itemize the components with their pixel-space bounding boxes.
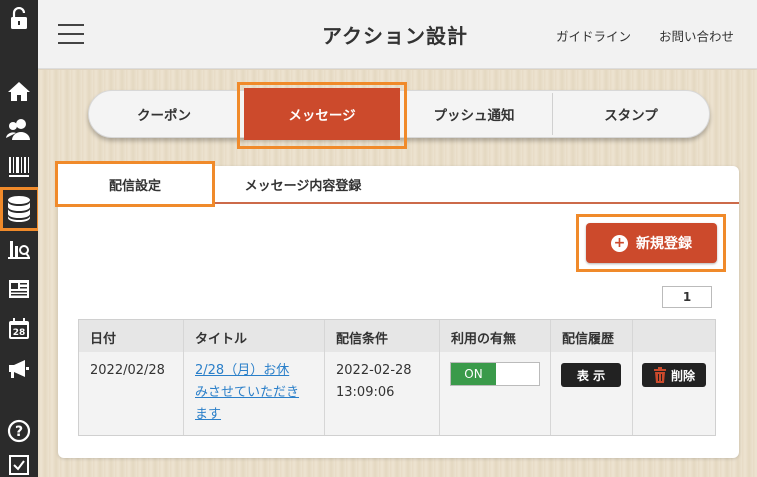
col-usage: 利用の有無 — [451, 332, 517, 347]
megaphone-icon[interactable] — [0, 354, 38, 384]
toggle-on-label: ON — [451, 363, 496, 385]
col-title: タイトル — [195, 332, 248, 347]
tab-stamp[interactable]: スタンプ — [553, 91, 709, 137]
sidebar: 28 ? — [0, 0, 38, 477]
checkbox-icon[interactable] — [0, 452, 38, 477]
guideline-link[interactable]: ガイドライン — [556, 26, 631, 45]
menu-icon[interactable] — [58, 24, 84, 44]
new-register-label: 新規登録 — [636, 236, 692, 252]
contact-link[interactable]: お問い合わせ — [659, 26, 734, 45]
svg-text:?: ? — [15, 424, 23, 440]
trash-icon — [653, 367, 666, 383]
col-condition: 配信条件 — [336, 332, 389, 347]
plus-circle-icon: + — [611, 234, 628, 252]
table-header — [79, 320, 715, 352]
analytics-icon[interactable] — [0, 234, 38, 264]
page-number[interactable]: 1 — [662, 286, 712, 308]
subtab-delivery-label: 配信設定 — [108, 178, 161, 194]
unlock-icon[interactable] — [0, 4, 38, 34]
col-date: 日付 — [90, 332, 117, 347]
usage-toggle[interactable]: ON — [450, 362, 540, 386]
help-icon[interactable]: ? — [0, 416, 38, 446]
history-view-button[interactable]: 表 示 — [561, 363, 621, 387]
row-title-link[interactable]: 2/28（月）お休 みさせていただき ます — [195, 360, 320, 426]
home-icon[interactable] — [0, 76, 38, 106]
barcode-icon[interactable] — [0, 152, 38, 182]
tab-message[interactable]: メッセージ — [244, 88, 400, 140]
tab-coupon[interactable]: クーポン — [89, 91, 239, 137]
tab-push[interactable]: プッシュ通知 — [399, 91, 549, 137]
row-date: 2022/02/28 — [90, 363, 165, 378]
delete-button[interactable]: 削除 — [642, 363, 706, 387]
subtab-delivery-settings[interactable]: 配信設定 — [55, 161, 215, 207]
page-title: アクション設計 — [322, 24, 468, 48]
new-register-button[interactable]: + 新規登録 — [586, 223, 717, 263]
svg-text:28: 28 — [13, 328, 26, 338]
calendar-icon[interactable]: 28 — [0, 314, 38, 344]
message-table: 日付 タイトル 配信条件 利用の有無 配信履歴 2022/02/28 2/28（… — [78, 319, 716, 436]
header: アクション設計 ガイドライン お問い合わせ — [38, 0, 757, 69]
col-history: 配信履歴 — [562, 332, 615, 347]
users-icon[interactable] — [0, 114, 38, 144]
subtab-message-content[interactable]: メッセージ内容登録 — [223, 166, 383, 202]
active-nav-highlight — [0, 187, 40, 231]
row-condition: 2022-02-28 13:09:06 — [336, 363, 412, 400]
news-icon[interactable] — [0, 274, 38, 304]
